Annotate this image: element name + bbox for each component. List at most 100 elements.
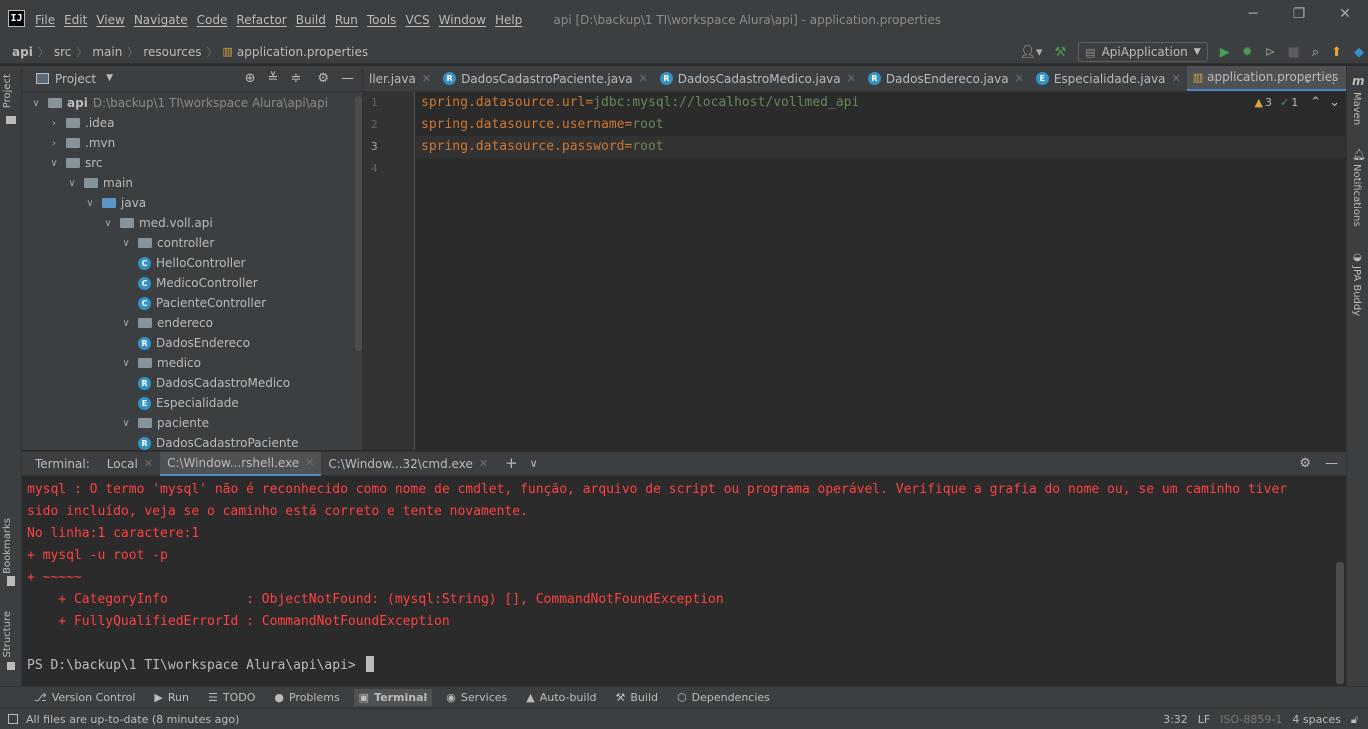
chevron-down-icon[interactable]: ▼ <box>106 74 113 83</box>
chevron-down-icon[interactable]: ∨ <box>120 418 132 429</box>
expand-all-icon[interactable]: ≚ <box>268 72 279 85</box>
notifications-stripe-tab[interactable]: Notifications <box>1351 164 1362 227</box>
tree-item[interactable]: › .idea <box>22 113 362 133</box>
project-view-select[interactable]: Project <box>55 72 96 86</box>
collapse-all-icon[interactable]: ≑ <box>290 72 301 85</box>
tool-window-build[interactable]: ⚒ Build <box>616 691 659 704</box>
code-area[interactable]: spring.datasource.url=jdbc:mysql://local… <box>416 92 1346 180</box>
breadcrumb-src[interactable]: src <box>54 45 72 59</box>
code-editor[interactable]: 1 2 3 4 spring.datasource.url=jdbc:mysql://… <box>363 92 1346 450</box>
breadcrumb-api[interactable]: api <box>12 45 33 59</box>
minimize-icon[interactable]: ─ <box>1230 6 1276 22</box>
terminal-scrollbar[interactable] <box>1336 562 1344 684</box>
code-line[interactable]: spring.datasource.password=root <box>416 136 1346 158</box>
coverage-icon[interactable]: ⊳ <box>1265 46 1276 59</box>
close-icon[interactable]: ✕ <box>479 457 488 470</box>
update-icon[interactable]: ⬆ <box>1331 46 1342 59</box>
code-line[interactable]: spring.datasource.username=root <box>416 114 1346 136</box>
tree-item[interactable]: ∨ src <box>22 153 362 173</box>
menu-edit[interactable]: Edit <box>64 13 87 27</box>
close-icon[interactable]: ✕ <box>305 456 314 469</box>
breadcrumb-resources[interactable]: resources <box>143 45 201 59</box>
add-tab-icon[interactable]: + <box>505 456 518 471</box>
inspection-widget[interactable]: ▲ 3 ✓ 1 ⌃ ⌄ <box>1255 96 1341 109</box>
menu-view[interactable]: View <box>96 13 124 27</box>
chevron-down-icon[interactable]: ⌄ <box>1329 96 1340 109</box>
tree-item[interactable]: E Especialidade <box>22 393 362 413</box>
hide-icon[interactable]: — <box>1325 457 1338 470</box>
indent-setting[interactable]: 4 spaces <box>1292 713 1341 726</box>
editor-tab[interactable]: R DadosCadastroPaciente.java ✕ <box>437 66 654 91</box>
close-icon[interactable]: ✕ <box>144 457 153 470</box>
tool-window-version-control[interactable]: ⎇ Version Control <box>34 691 135 704</box>
tool-window-problems[interactable]: ● Problems <box>274 691 339 704</box>
close-icon[interactable]: ✕ <box>847 72 856 85</box>
intellij-logo-icon[interactable]: IJ <box>8 10 25 27</box>
tree-item[interactable]: C PacienteController <box>22 293 362 313</box>
terminal-tab[interactable]: Local ✕ <box>100 452 160 476</box>
gear-icon[interactable]: ⚙ <box>1299 457 1311 470</box>
chevron-down-icon[interactable]: ∨ <box>30 98 42 109</box>
breadcrumb-main[interactable]: main <box>92 45 122 59</box>
status-toggle-icon[interactable] <box>8 714 18 724</box>
tree-item[interactable]: ∨ paciente <box>22 413 362 433</box>
bookmarks-stripe-tab[interactable]: Bookmarks <box>2 518 13 574</box>
menu-vcs[interactable]: VCS <box>405 13 429 27</box>
plugin-icon[interactable]: ◆ <box>1354 46 1364 59</box>
chevron-right-icon[interactable]: › <box>48 138 60 149</box>
tool-window-auto-build[interactable]: ▲ Auto-build <box>526 691 596 704</box>
terminal-tab[interactable]: C:\Window...rshell.exe ✕ <box>160 451 322 476</box>
chevron-down-icon[interactable]: ∨ <box>84 198 96 209</box>
close-icon[interactable]: ✕ <box>422 72 431 85</box>
locate-icon[interactable]: ⊕ <box>245 72 256 85</box>
close-icon[interactable]: ✕ <box>639 72 648 85</box>
project-stripe-tab[interactable]: Project <box>2 74 13 108</box>
tree-item[interactable]: R DadosCadastroMedico <box>22 373 362 393</box>
menu-tools[interactable]: Tools <box>367 13 397 27</box>
gear-icon[interactable]: ⚙ <box>317 72 329 85</box>
close-icon[interactable]: ✕ <box>1322 6 1368 22</box>
lock-icon[interactable]: 🔓︎ <box>1351 713 1358 727</box>
tree-item[interactable]: ∨ med.voll.api <box>22 213 362 233</box>
tree-item[interactable]: R DadosCadastroPaciente <box>22 433 362 453</box>
hammer-build-icon[interactable]: ⚒ <box>1055 46 1067 59</box>
tool-window-services[interactable]: ◉ Services <box>446 691 507 704</box>
editor-tab[interactable]: R DadosEndereco.java ✕ <box>862 66 1030 91</box>
line-separator[interactable]: LF <box>1198 713 1210 726</box>
menu-window[interactable]: Window <box>439 13 486 27</box>
user-icon[interactable]: 👤︎▾ <box>1019 46 1042 59</box>
hide-icon[interactable]: — <box>341 72 354 85</box>
menu-code[interactable]: Code <box>197 13 228 27</box>
close-icon[interactable]: ✕ <box>1172 72 1181 85</box>
tree-item[interactable]: R DadosEndereco <box>22 333 362 353</box>
tree-item[interactable]: ∨ endereco <box>22 313 362 333</box>
restore-icon[interactable]: ❐ <box>1276 6 1322 22</box>
tool-window-todo[interactable]: ☰ TODO <box>208 691 255 704</box>
terminal-output[interactable]: mysql : O termo 'mysql' não é reconhecid… <box>22 476 1346 677</box>
editor-tab[interactable]: R DadosCadastroMedico.java ✕ <box>654 66 862 91</box>
menu-file[interactable]: File <box>35 13 55 27</box>
menu-refactor[interactable]: Refactor <box>236 13 286 27</box>
menu-navigate[interactable]: Navigate <box>134 13 188 27</box>
chevron-up-icon[interactable]: ⌃ <box>1310 96 1321 109</box>
debug-icon[interactable]: ✹ <box>1242 46 1253 59</box>
editor-tab[interactable]: E Especialidade.java ✕ <box>1030 66 1187 91</box>
maven-stripe-tab[interactable]: Maven <box>1351 92 1362 125</box>
jpa-buddy-stripe-tab[interactable]: JPA Buddy <box>1351 266 1362 316</box>
chevron-down-icon[interactable]: ∨ <box>120 238 132 249</box>
tree-root[interactable]: ∨ api D:\backup\1 TI\workspace Alura\api… <box>22 93 362 113</box>
search-icon[interactable]: ⌕ <box>1312 46 1319 59</box>
tool-window-run[interactable]: ▶ Run <box>154 691 189 704</box>
menu-run[interactable]: Run <box>335 13 358 27</box>
close-icon[interactable]: ✕ <box>1015 72 1024 85</box>
chevron-right-icon[interactable]: › <box>48 118 60 129</box>
breadcrumb-file[interactable]: application.properties <box>237 45 368 59</box>
chevron-down-icon[interactable]: ∨ <box>66 178 78 189</box>
project-scrollbar[interactable] <box>355 96 362 351</box>
tree-item[interactable]: C HelloController <box>22 253 362 273</box>
chevron-down-icon[interactable]: ∨ <box>120 318 132 329</box>
chevron-down-icon[interactable]: ∨ <box>120 358 132 369</box>
structure-stripe-tab[interactable]: Structure <box>2 611 13 658</box>
tree-item[interactable]: ∨ main <box>22 173 362 193</box>
tree-item[interactable]: › .mvn <box>22 133 362 153</box>
